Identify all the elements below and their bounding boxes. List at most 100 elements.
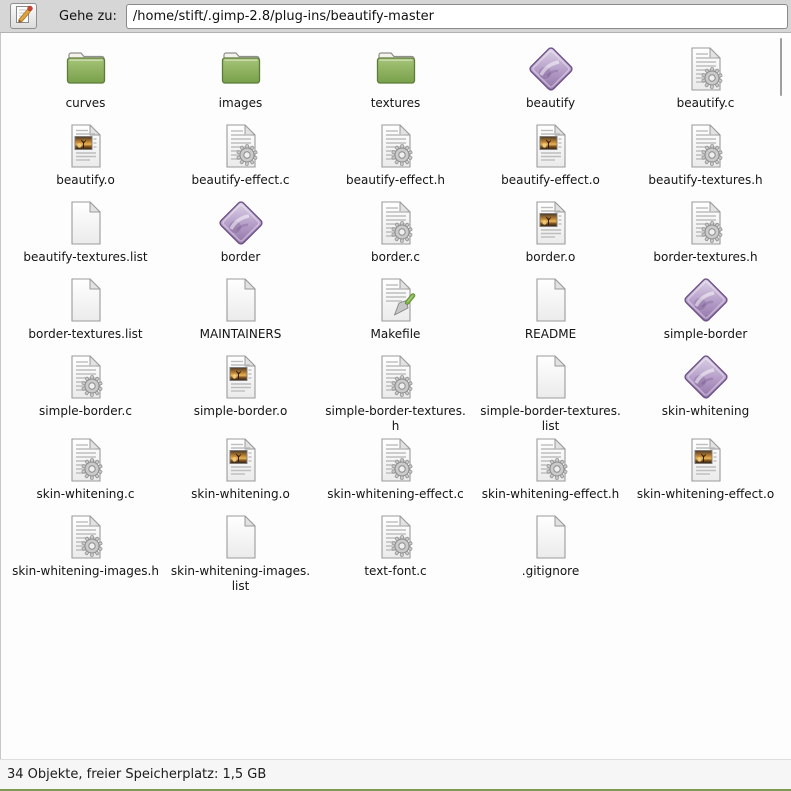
source-code-gear-icon: [372, 353, 420, 401]
file-label: beautify-textures.list: [23, 250, 147, 265]
edit-location-button[interactable]: [10, 3, 37, 29]
folder-icon: [372, 45, 420, 93]
file-item[interactable]: border.o: [473, 197, 628, 274]
file-item[interactable]: beautify.o: [8, 120, 163, 197]
file-item[interactable]: beautify-textures.h: [628, 120, 783, 197]
file-label: simple-border-textures.h: [322, 404, 470, 434]
text-document-icon: [527, 513, 575, 561]
file-item[interactable]: border-textures.list: [8, 274, 163, 351]
file-label: curves: [66, 96, 106, 111]
file-label: border: [221, 250, 261, 265]
file-item[interactable]: skin-whitening-images.h: [8, 511, 163, 594]
text-document-icon: [527, 276, 575, 324]
source-code-gear-icon: [62, 436, 110, 484]
file-item[interactable]: skin-whitening.c: [8, 434, 163, 511]
file-item[interactable]: simple-border: [628, 274, 783, 351]
file-manager-window: Gehe zu: curves imagestextures beautify bea…: [0, 0, 791, 791]
file-item[interactable]: simple-border.o: [163, 351, 318, 434]
file-item[interactable]: border: [163, 197, 318, 274]
source-code-gear-icon: [682, 199, 730, 247]
text-document-icon: [62, 199, 110, 247]
file-item[interactable]: skin-whitening: [628, 351, 783, 434]
source-code-gear-icon: [372, 122, 420, 170]
makefile-trowel-icon: [372, 276, 420, 324]
file-label: Makefile: [371, 327, 421, 342]
file-label: border-textures.list: [28, 327, 142, 342]
file-label: MAINTAINERS: [200, 327, 282, 342]
source-code-gear-icon: [527, 436, 575, 484]
file-label: simple-border.c: [39, 404, 132, 419]
executable-diamond-icon: [682, 353, 730, 401]
file-label: skin-whitening-effect.h: [482, 487, 620, 502]
file-grid: curves imagestextures beautify beautify.c be…: [1, 33, 791, 594]
file-item[interactable]: skin-whitening-effect.o: [628, 434, 783, 511]
file-item[interactable]: simple-border.c: [8, 351, 163, 434]
status-text: 34 Objekte, freier Speicherplatz: 1,5 GB: [7, 767, 266, 782]
executable-diamond-icon: [527, 45, 575, 93]
file-label: text-font.c: [364, 564, 426, 579]
goto-label: Gehe zu:: [59, 9, 117, 24]
file-item[interactable]: skin-whitening-effect.c: [318, 434, 473, 511]
vertical-scrollbar-thumb[interactable]: [780, 38, 782, 96]
object-file-icon: [682, 436, 730, 484]
file-item[interactable]: Makefile: [318, 274, 473, 351]
file-label: beautify: [526, 96, 575, 111]
file-label: README: [525, 327, 576, 342]
status-bar: 34 Objekte, freier Speicherplatz: 1,5 GB: [0, 759, 791, 789]
file-label: skin-whitening-effect.o: [637, 487, 774, 502]
source-code-gear-icon: [62, 513, 110, 561]
file-item[interactable]: skin-whitening.o: [163, 434, 318, 511]
file-label: skin-whitening.o: [191, 487, 290, 502]
file-label: simple-border.o: [194, 404, 288, 419]
file-item[interactable]: beautify-textures.list: [8, 197, 163, 274]
file-item[interactable]: border.c: [318, 197, 473, 274]
file-label: beautify-textures.h: [648, 173, 762, 188]
file-item[interactable]: beautify.c: [628, 43, 783, 120]
file-label: border.c: [371, 250, 420, 265]
file-item[interactable]: border-textures.h: [628, 197, 783, 274]
file-item[interactable]: beautify: [473, 43, 628, 120]
file-label: simple-border-textures.list: [477, 404, 625, 434]
file-label: beautify-effect.o: [501, 173, 600, 188]
file-label: border-textures.h: [653, 250, 757, 265]
source-code-gear-icon: [682, 45, 730, 93]
location-path-input[interactable]: [126, 4, 788, 29]
file-label: beautify.o: [56, 173, 115, 188]
file-item[interactable]: simple-border-textures.h: [318, 351, 473, 434]
file-label: skin-whitening-effect.c: [327, 487, 464, 502]
file-item[interactable]: skin-whitening-effect.h: [473, 434, 628, 511]
file-label: beautify-effect.c: [192, 173, 290, 188]
file-item[interactable]: beautify-effect.h: [318, 120, 473, 197]
folder-icon: [217, 45, 265, 93]
file-label: beautify-effect.h: [346, 173, 445, 188]
text-document-icon: [217, 276, 265, 324]
file-label: border.o: [526, 250, 576, 265]
executable-diamond-icon: [217, 199, 265, 247]
file-item[interactable]: MAINTAINERS: [163, 274, 318, 351]
file-item[interactable]: .gitignore: [473, 511, 628, 594]
source-code-gear-icon: [62, 353, 110, 401]
text-document-icon: [217, 513, 265, 561]
file-item[interactable]: beautify-effect.o: [473, 120, 628, 197]
icon-view[interactable]: curves imagestextures beautify beautify.c be…: [0, 33, 791, 759]
file-item[interactable]: textures: [318, 43, 473, 120]
executable-diamond-icon: [682, 276, 730, 324]
object-file-icon: [217, 436, 265, 484]
file-item[interactable]: beautify-effect.c: [163, 120, 318, 197]
source-code-gear-icon: [372, 513, 420, 561]
source-code-gear-icon: [217, 122, 265, 170]
file-item[interactable]: simple-border-textures.list: [473, 351, 628, 434]
object-file-icon: [217, 353, 265, 401]
source-code-gear-icon: [372, 199, 420, 247]
file-item[interactable]: images: [163, 43, 318, 120]
source-code-gear-icon: [682, 122, 730, 170]
file-item[interactable]: skin-whitening-images.list: [163, 511, 318, 594]
text-document-icon: [527, 353, 575, 401]
file-item[interactable]: text-font.c: [318, 511, 473, 594]
text-document-icon: [62, 276, 110, 324]
file-item[interactable]: README: [473, 274, 628, 351]
file-label: beautify.c: [677, 96, 735, 111]
location-toolbar: Gehe zu:: [0, 0, 791, 33]
file-item[interactable]: curves: [8, 43, 163, 120]
file-label: skin-whitening: [662, 404, 749, 419]
